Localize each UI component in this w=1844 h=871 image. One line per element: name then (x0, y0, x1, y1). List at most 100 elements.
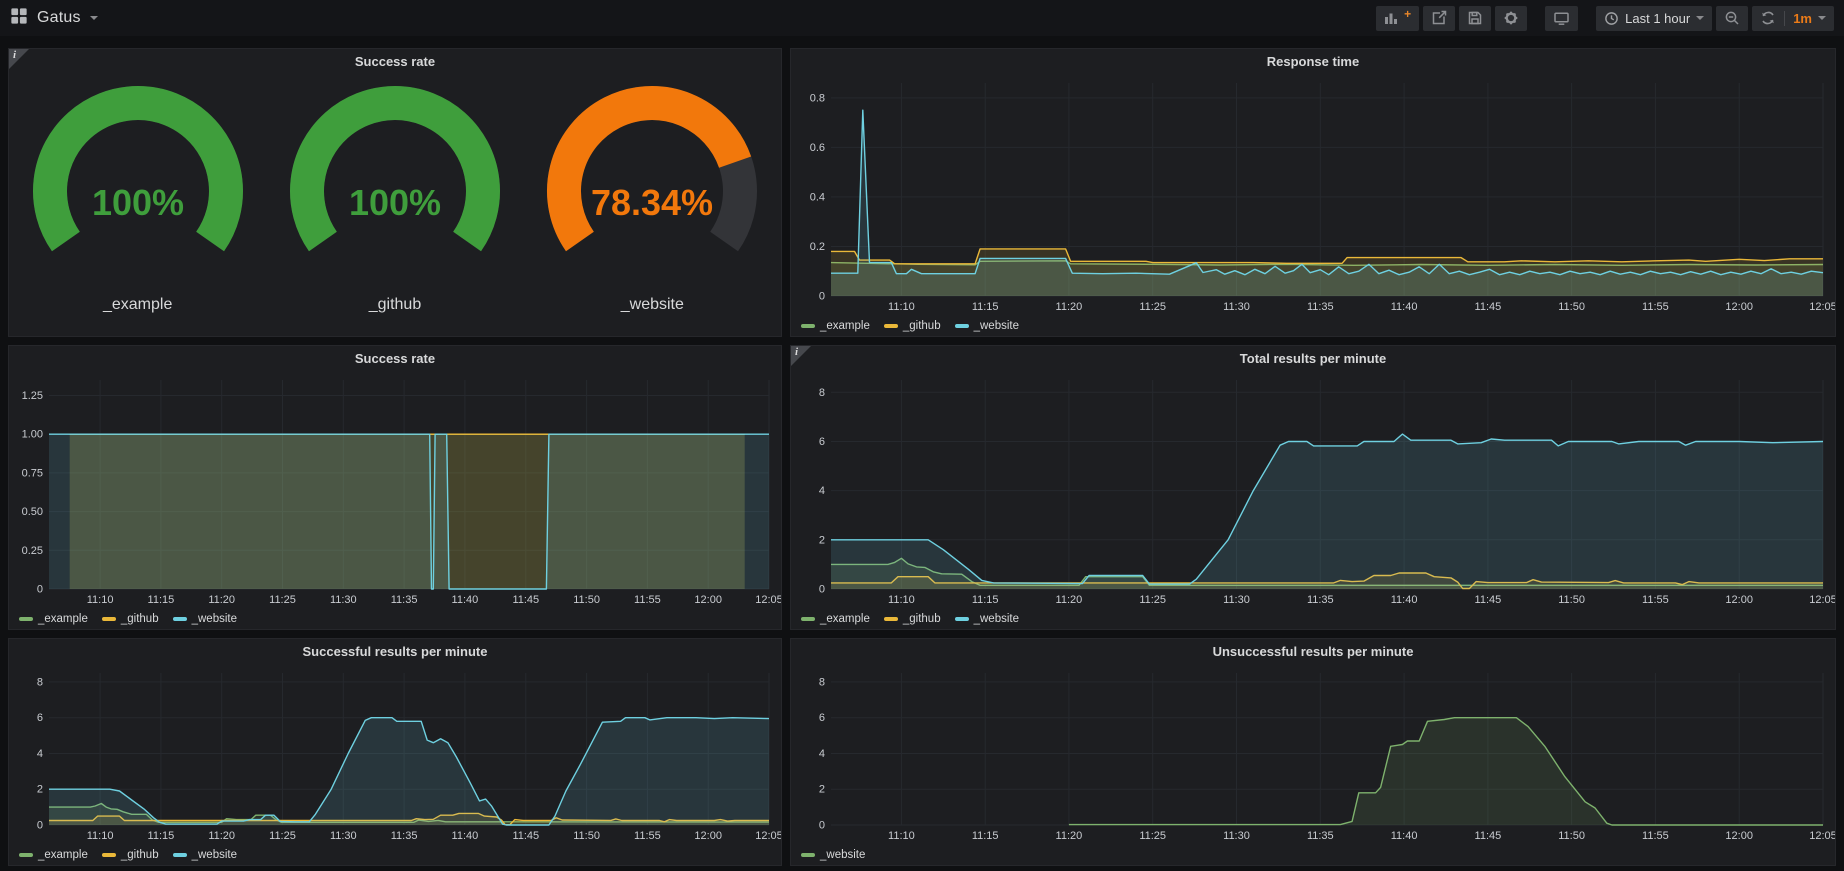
legend-label: _website (192, 613, 237, 625)
svg-text:11:15: 11:15 (972, 301, 999, 313)
svg-text:11:15: 11:15 (972, 830, 999, 842)
gauge-label: _example (10, 296, 265, 314)
svg-text:11:10: 11:10 (87, 594, 114, 606)
chart-svg[interactable]: 00.20.40.60.811:1011:1511:2011:2511:3011… (791, 75, 1835, 314)
legend-item-website[interactable]: _website (955, 613, 1019, 625)
chart-svg[interactable]: 0246811:1011:1511:2011:2511:3011:3511:40… (9, 665, 781, 843)
cycle-view-button[interactable] (1545, 6, 1578, 31)
legend-swatch-icon (884, 617, 898, 621)
svg-text:0.6: 0.6 (810, 142, 825, 154)
panel-title[interactable]: Response time (791, 49, 1835, 75)
svg-text:0: 0 (819, 291, 825, 303)
svg-text:11:45: 11:45 (512, 594, 539, 606)
legend-item-github[interactable]: _github (884, 320, 941, 332)
share-button[interactable] (1423, 6, 1455, 31)
svg-text:11:30: 11:30 (330, 594, 357, 606)
svg-text:8: 8 (819, 676, 825, 688)
add-panel-button[interactable]: + (1376, 6, 1419, 31)
gear-icon (1503, 10, 1519, 26)
svg-text:0.8: 0.8 (810, 92, 825, 104)
svg-text:11:20: 11:20 (208, 830, 235, 842)
panel-total-results-per-minute-3: iTotal results per minute0246811:1011:15… (790, 345, 1836, 630)
svg-text:11:35: 11:35 (391, 830, 418, 842)
apps-grid-icon[interactable] (10, 7, 28, 30)
legend-item-example[interactable]: _example (19, 613, 88, 625)
svg-text:1.25: 1.25 (22, 390, 43, 402)
chart-svg[interactable]: 0246811:1011:1511:2011:2511:3011:3511:40… (791, 372, 1835, 607)
svg-text:11:55: 11:55 (1642, 301, 1669, 313)
svg-text:11:40: 11:40 (452, 594, 479, 606)
svg-text:2: 2 (37, 784, 43, 796)
svg-text:11:25: 11:25 (269, 594, 296, 606)
svg-text:2: 2 (819, 534, 825, 546)
gauge-row: 100% _example 100% _github 78.34% _websi… (9, 75, 781, 314)
refresh-interval-label[interactable]: 1m (1793, 11, 1812, 26)
zoom-out-button[interactable] (1716, 6, 1748, 31)
gauge-svg: 100% (13, 79, 263, 275)
legend-label: _website (974, 320, 1019, 332)
chart-svg[interactable]: 00.250.500.751.001.2511:1011:1511:2011:2… (9, 372, 781, 607)
legend-swatch-icon (19, 853, 33, 857)
panel-unsuccessful-results-per-minute-5: Unsuccessful results per minute0246811:1… (790, 638, 1836, 866)
svg-text:11:55: 11:55 (634, 830, 661, 842)
refresh-button[interactable]: 1m (1752, 6, 1834, 31)
svg-text:12:00: 12:00 (1725, 301, 1753, 313)
plus-icon: + (1404, 7, 1411, 21)
refresh-icon (1760, 10, 1776, 26)
svg-text:11:50: 11:50 (1558, 594, 1585, 606)
panel-info-icon[interactable]: i (9, 49, 29, 69)
panel-info-icon[interactable]: i (791, 346, 811, 366)
svg-text:11:35: 11:35 (1307, 301, 1334, 313)
legend-item-website[interactable]: _website (801, 849, 865, 861)
svg-text:11:10: 11:10 (87, 830, 114, 842)
panel-response-time-1: Response time00.20.40.60.811:1011:1511:2… (790, 48, 1836, 337)
panel-title[interactable]: Total results per minute (791, 346, 1835, 372)
svg-text:11:40: 11:40 (1391, 594, 1418, 606)
button-divider (1784, 11, 1785, 26)
panel-title[interactable]: Success rate (9, 346, 781, 372)
svg-text:12:00: 12:00 (1725, 594, 1753, 606)
svg-text:6: 6 (819, 436, 825, 448)
panel-title[interactable]: Successful results per minute (9, 639, 781, 665)
legend-item-example[interactable]: _example (801, 613, 870, 625)
svg-text:1.00: 1.00 (22, 429, 43, 441)
gauge-example: 100% _example (10, 79, 265, 314)
panel-title[interactable]: Success rate (9, 49, 781, 75)
legend-item-example[interactable]: _example (19, 849, 88, 861)
chart-svg[interactable]: 0246811:1011:1511:2011:2511:3011:3511:40… (791, 665, 1835, 843)
svg-text:0.75: 0.75 (22, 467, 43, 479)
panel-title[interactable]: Unsuccessful results per minute (791, 639, 1835, 665)
time-range-label: Last 1 hour (1625, 11, 1690, 26)
svg-text:11:35: 11:35 (391, 594, 418, 606)
svg-text:2: 2 (819, 784, 825, 796)
chart-legend: _example _github _website (19, 613, 237, 625)
time-range-picker[interactable]: Last 1 hour (1596, 6, 1712, 31)
panel-success-rate-2: Success rate00.250.500.751.001.2511:1011… (8, 345, 782, 630)
legend-item-github[interactable]: _github (102, 849, 159, 861)
legend-label: _github (121, 849, 159, 861)
legend-item-website[interactable]: _website (173, 849, 237, 861)
svg-text:11:50: 11:50 (573, 830, 600, 842)
legend-item-github[interactable]: _github (884, 613, 941, 625)
dashboard-caret-icon[interactable] (90, 16, 98, 20)
dashboard-title[interactable]: Gatus (37, 9, 81, 27)
legend-swatch-icon (102, 853, 116, 857)
svg-text:11:50: 11:50 (573, 594, 600, 606)
legend-item-website[interactable]: _website (955, 320, 1019, 332)
svg-text:0: 0 (819, 820, 825, 832)
svg-text:11:20: 11:20 (208, 594, 235, 606)
refresh-caret-icon[interactable] (1818, 16, 1826, 20)
legend-item-github[interactable]: _github (102, 613, 159, 625)
legend-label: _example (820, 320, 870, 332)
settings-button[interactable] (1495, 6, 1527, 31)
save-button[interactable] (1459, 6, 1491, 31)
legend-item-example[interactable]: _example (801, 320, 870, 332)
svg-text:11:15: 11:15 (972, 594, 999, 606)
chart-legend: _example _github _website (801, 613, 1019, 625)
svg-text:11:30: 11:30 (330, 830, 357, 842)
svg-text:11:35: 11:35 (1307, 830, 1334, 842)
gauge-label: _website (525, 296, 780, 314)
svg-text:11:15: 11:15 (148, 594, 175, 606)
navbar: Gatus + (0, 0, 1844, 36)
legend-item-website[interactable]: _website (173, 613, 237, 625)
